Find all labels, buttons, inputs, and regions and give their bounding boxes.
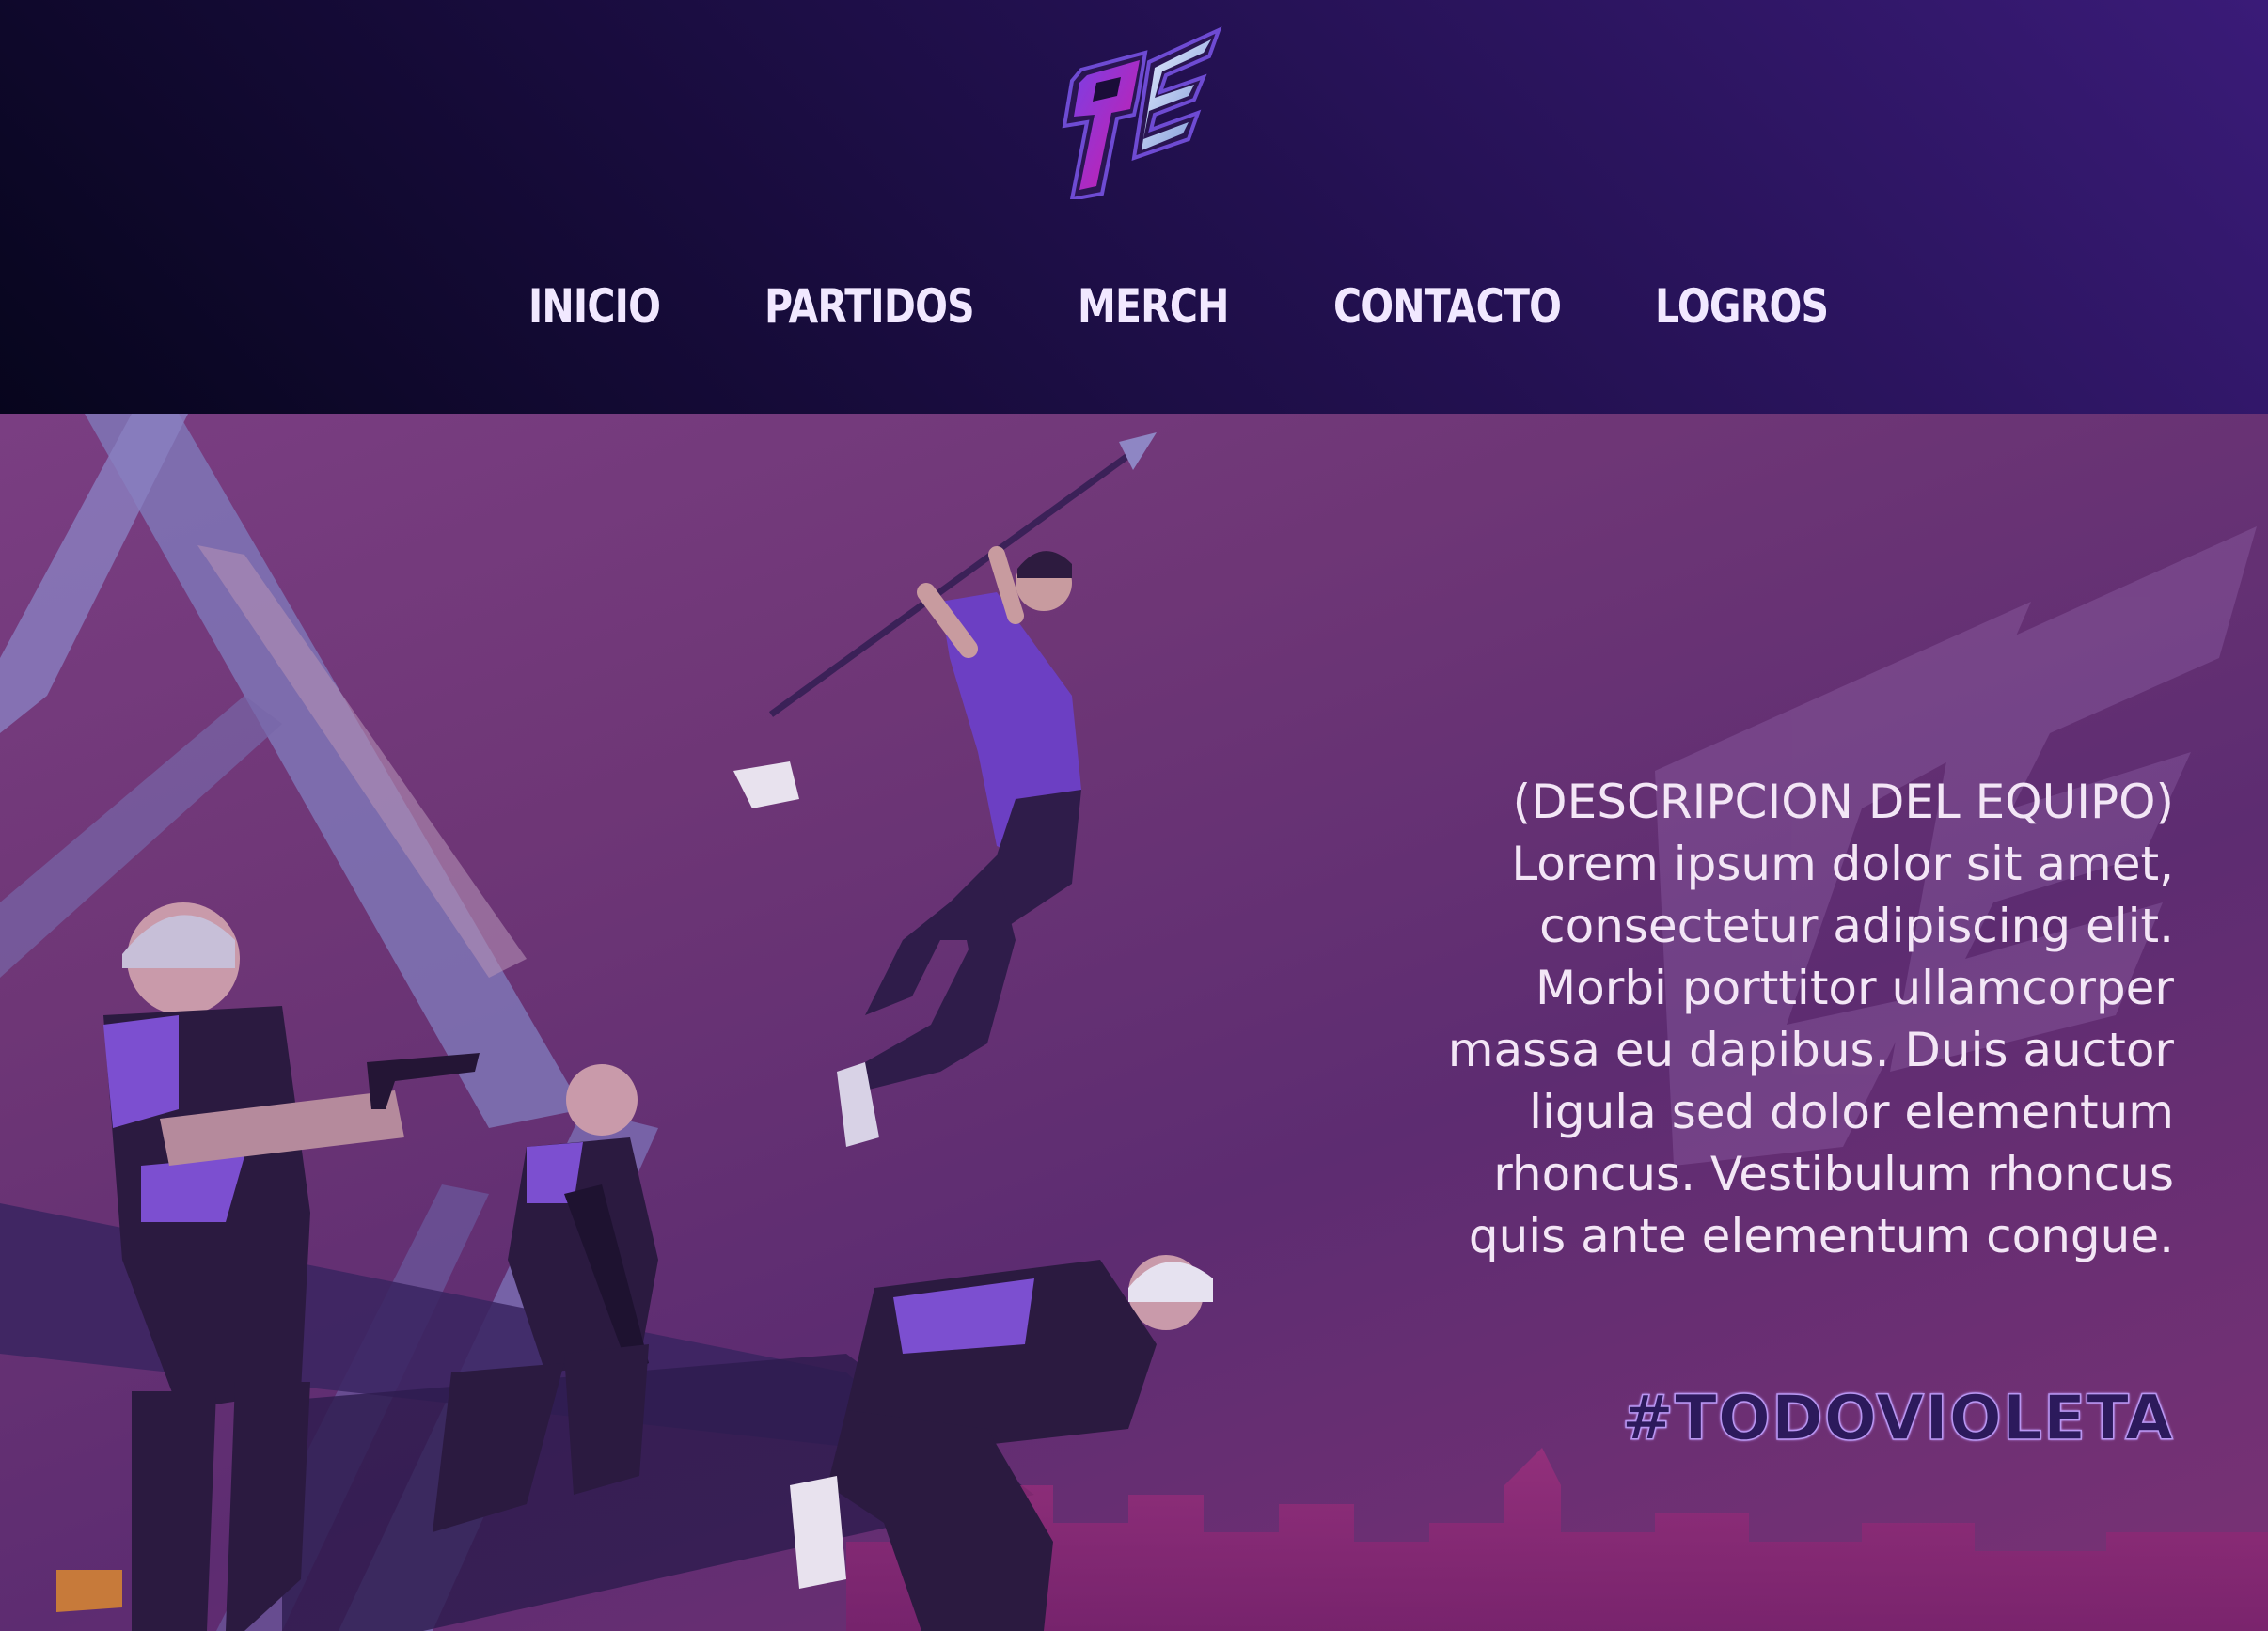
nav-inicio[interactable]: INICIO (528, 273, 661, 340)
team-logo-icon[interactable] (1044, 24, 1228, 199)
description-line: Lorem ipsum dolor sit amet, (1511, 837, 2174, 891)
description-line: ligula sed dolor elementum (1529, 1085, 2174, 1139)
main-nav: INICIO PARTIDOS MERCH CONTACTO LOGROS (0, 273, 2268, 340)
nav-logros[interactable]: LOGROS (1655, 273, 1829, 340)
description-title: (DESCRIPCION DEL EQUIPO) (1512, 775, 2174, 829)
city-skyline (846, 1448, 2268, 1631)
nav-contacto[interactable]: CONTACTO (1333, 273, 1562, 340)
landing-page: INICIO PARTIDOS MERCH CONTACTO LOGROS (D… (0, 0, 2268, 1631)
hashtag-text: #TODOVIOLETA (1621, 1381, 2174, 1455)
player-jumping (733, 432, 1157, 1147)
nav-partidos[interactable]: PARTIDOS (764, 273, 975, 340)
team-description: (DESCRIPCION DEL EQUIPO) Lorem ipsum dol… (1328, 771, 2174, 1267)
description-line: massa eu dapibus. Duis auctor (1447, 1023, 2174, 1077)
description-line: consectetur adipiscing elit. (1539, 899, 2174, 953)
description-line: rhoncus. Vestibulum rhoncus (1493, 1147, 2174, 1201)
nav-merch[interactable]: MERCH (1078, 273, 1230, 340)
description-line: quis ante elementum congue. (1468, 1209, 2174, 1263)
site-header: INICIO PARTIDOS MERCH CONTACTO LOGROS (0, 0, 2268, 414)
team-logo-graphic (1062, 26, 1222, 199)
hero-section: (DESCRIPCION DEL EQUIPO) Lorem ipsum dol… (0, 414, 2268, 1631)
description-line: Morbi porttitor ullamcorper (1536, 961, 2174, 1015)
